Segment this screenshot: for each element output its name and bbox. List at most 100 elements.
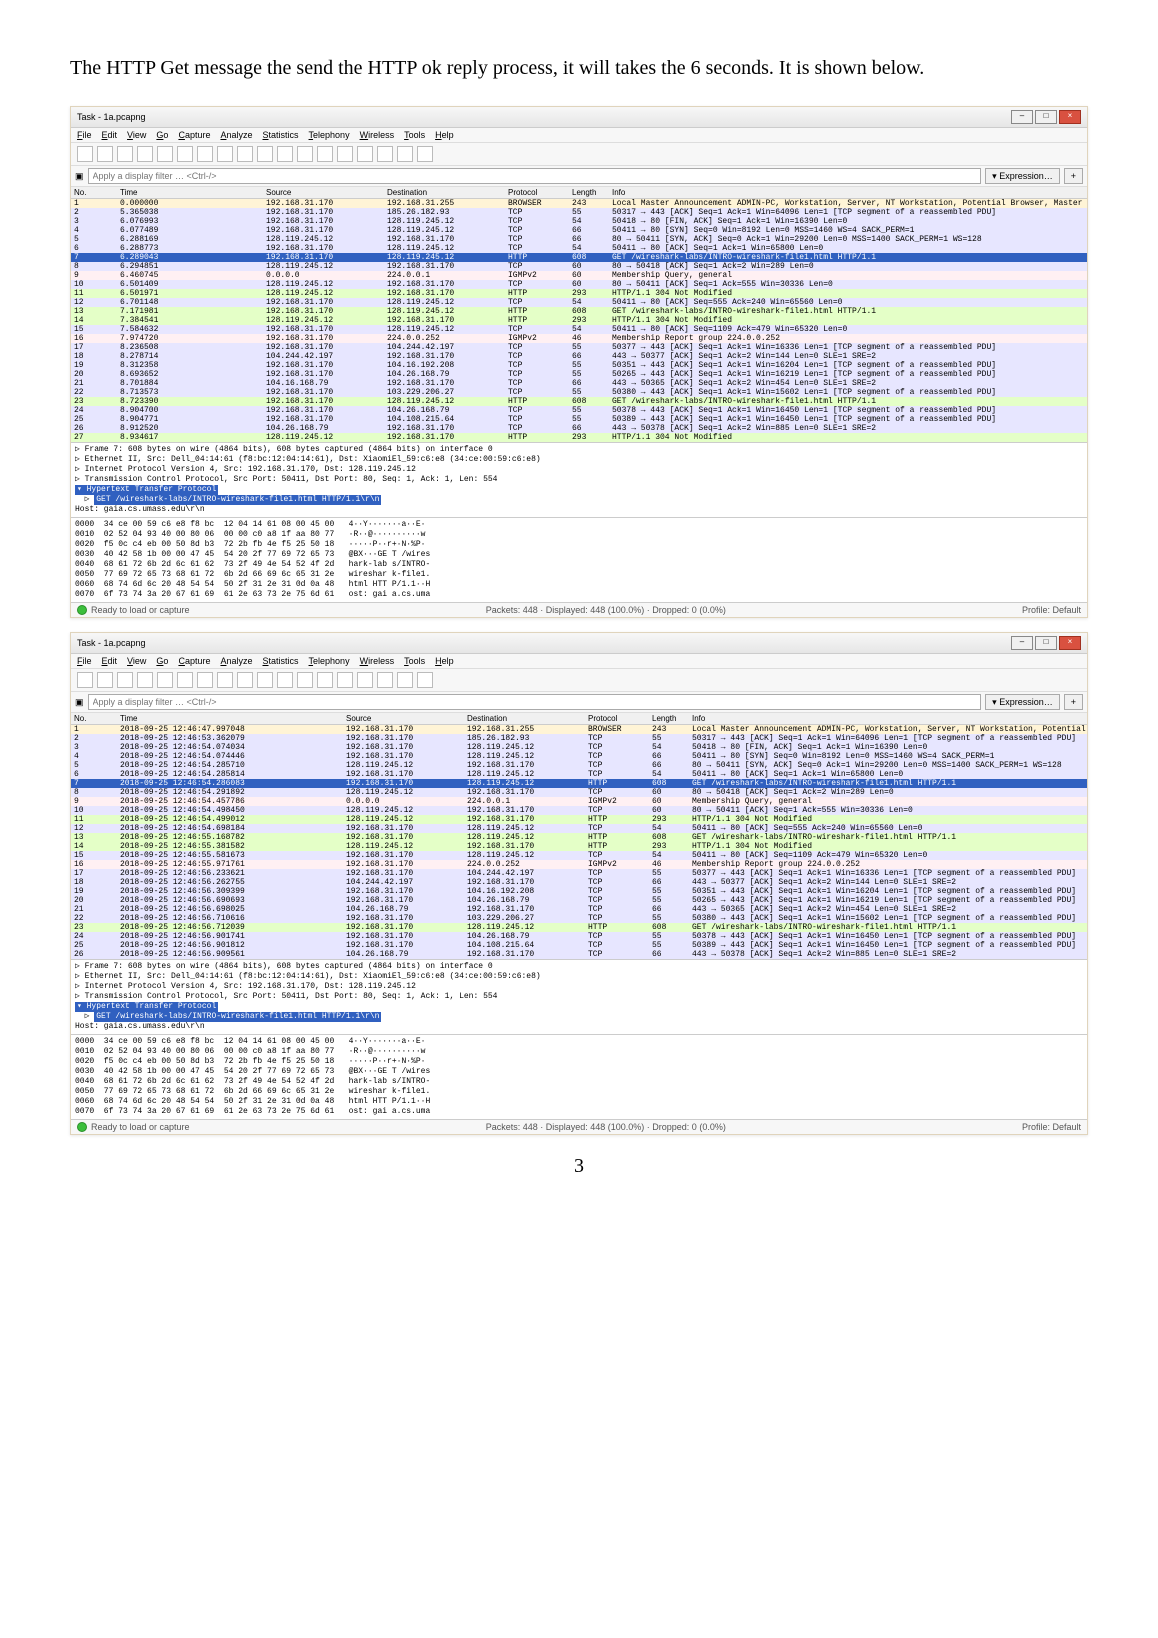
packet-row[interactable]: 248.904700192.168.31.170104.26.168.79TCP… — [71, 406, 1087, 415]
menu-item-tools[interactable]: Tools — [404, 656, 425, 666]
packet-row[interactable]: 228.713573192.168.31.170103.229.206.27TC… — [71, 388, 1087, 397]
color-icon[interactable] — [337, 146, 353, 162]
packet-row[interactable]: 208.693652192.168.31.170104.26.168.79TCP… — [71, 370, 1087, 379]
zoom-in-icon[interactable] — [357, 146, 373, 162]
fwd-icon[interactable] — [217, 672, 233, 688]
packet-row[interactable]: 188.278714104.244.42.197192.168.31.170TC… — [71, 352, 1087, 361]
packet-row[interactable]: 147.384541128.119.245.12192.168.31.170HT… — [71, 316, 1087, 325]
packet-row[interactable]: 116.501971128.119.245.12192.168.31.170HT… — [71, 289, 1087, 298]
packet-row[interactable]: 137.171981192.168.31.170128.119.245.12HT… — [71, 307, 1087, 316]
packet-row[interactable]: 238.723390192.168.31.170128.119.245.12HT… — [71, 397, 1087, 406]
menu-item-analyze[interactable]: Analyze — [220, 130, 252, 140]
packet-row[interactable]: 242018-09-25 12:46:56.901741192.168.31.1… — [71, 932, 1087, 941]
last-icon[interactable] — [297, 146, 313, 162]
folder-icon[interactable] — [97, 146, 113, 162]
packet-row[interactable]: 66.288773192.168.31.170128.119.245.12TCP… — [71, 244, 1087, 253]
filter-icon[interactable]: ▣ — [75, 171, 84, 182]
column-header[interactable]: Info — [609, 187, 1087, 199]
close-button[interactable]: × — [1059, 636, 1081, 650]
packet-row[interactable]: 92018-09-25 12:46:54.4577860.0.0.0224.0.… — [71, 797, 1087, 806]
jump-icon[interactable] — [237, 146, 253, 162]
titlebar[interactable]: Task - 1a.pcapng – □ × — [71, 633, 1087, 654]
menu-item-wireless[interactable]: Wireless — [360, 656, 395, 666]
menu-item-edit[interactable]: Edit — [102, 656, 118, 666]
hex-dump-pane[interactable]: 0000 34 ce 00 59 c6 e8 f8 bc 12 04 14 61… — [71, 1034, 1087, 1119]
expression-button[interactable]: ▾ Expression… — [985, 694, 1060, 710]
color-icon[interactable] — [337, 672, 353, 688]
packet-row[interactable]: 268.912520104.26.168.79192.168.31.170TCP… — [71, 424, 1087, 433]
hex-dump-pane[interactable]: 0000 34 ce 00 59 c6 e8 f8 bc 12 04 14 61… — [71, 517, 1087, 602]
jump-icon[interactable] — [237, 672, 253, 688]
find-icon[interactable] — [177, 146, 193, 162]
tree-item-http[interactable]: ▾ Hypertext Transfer Protocol — [75, 1002, 218, 1012]
menu-item-help[interactable]: Help — [435, 656, 454, 666]
packet-row[interactable]: 56.288169128.119.245.12192.168.31.170TCP… — [71, 235, 1087, 244]
filter-icon[interactable]: ▣ — [75, 697, 84, 708]
last-icon[interactable] — [297, 672, 313, 688]
packet-row[interactable]: 12018-09-25 12:46:47.997048192.168.31.17… — [71, 725, 1087, 735]
packet-row[interactable]: 192018-09-25 12:46:56.309399192.168.31.1… — [71, 887, 1087, 896]
close-button[interactable]: × — [1059, 110, 1081, 124]
fin-icon[interactable] — [77, 146, 93, 162]
menu-item-capture[interactable]: Capture — [178, 130, 210, 140]
menu-item-telephony[interactable]: Telephony — [309, 656, 350, 666]
menu-item-statistics[interactable]: Statistics — [263, 656, 299, 666]
packet-row[interactable]: 76.289043192.168.31.170128.119.245.12HTT… — [71, 253, 1087, 262]
column-header[interactable]: Protocol — [585, 713, 649, 725]
packet-row[interactable]: 202018-09-25 12:46:56.690693192.168.31.1… — [71, 896, 1087, 905]
menu-item-wireless[interactable]: Wireless — [360, 130, 395, 140]
display-filter-input[interactable] — [88, 168, 982, 184]
save-icon[interactable] — [117, 146, 133, 162]
packet-row[interactable]: 222018-09-25 12:46:56.710616192.168.31.1… — [71, 914, 1087, 923]
goto-icon[interactable] — [257, 672, 273, 688]
packet-row[interactable]: 232018-09-25 12:46:56.712039192.168.31.1… — [71, 923, 1087, 932]
back-icon[interactable] — [197, 672, 213, 688]
packet-row[interactable]: 82018-09-25 12:46:54.291892128.119.245.1… — [71, 788, 1087, 797]
packet-row[interactable]: 162018-09-25 12:46:55.971761192.168.31.1… — [71, 860, 1087, 869]
packet-row[interactable]: 218.701884104.16.168.79192.168.31.170TCP… — [71, 379, 1087, 388]
column-header[interactable]: Time — [117, 187, 263, 199]
zoom-reset-icon[interactable] — [397, 672, 413, 688]
tree-item[interactable]: ▷ Ethernet II, Src: Dell_04:14:61 (f8:bc… — [75, 972, 1083, 982]
column-header[interactable]: Length — [649, 713, 689, 725]
tree-item-http[interactable]: ▾ Hypertext Transfer Protocol — [75, 485, 218, 495]
fin-icon[interactable] — [77, 672, 93, 688]
packet-row[interactable]: 122018-09-25 12:46:54.698184192.168.31.1… — [71, 824, 1087, 833]
packet-row[interactable]: 142018-09-25 12:46:55.381582128.119.245.… — [71, 842, 1087, 851]
menu-item-statistics[interactable]: Statistics — [263, 130, 299, 140]
close-icon[interactable] — [137, 146, 153, 162]
packet-row[interactable]: 52018-09-25 12:46:54.285710128.119.245.1… — [71, 761, 1087, 770]
packet-details-pane[interactable]: ▷ Frame 7: 608 bytes on wire (4864 bits)… — [71, 959, 1087, 1034]
column-header[interactable]: No. — [71, 187, 117, 199]
column-header[interactable]: Source — [263, 187, 384, 199]
fwd-icon[interactable] — [217, 146, 233, 162]
maximize-button[interactable]: □ — [1035, 636, 1057, 650]
packet-row[interactable]: 112018-09-25 12:46:54.499012128.119.245.… — [71, 815, 1087, 824]
column-header[interactable]: No. — [71, 713, 117, 725]
back-icon[interactable] — [197, 146, 213, 162]
packet-row[interactable]: 182018-09-25 12:46:56.262755104.244.42.1… — [71, 878, 1087, 887]
tree-item[interactable]: ▷ Frame 7: 608 bytes on wire (4864 bits)… — [75, 962, 1083, 972]
column-header[interactable]: Info — [689, 713, 1087, 725]
display-filter-input[interactable] — [88, 694, 982, 710]
first-icon[interactable] — [277, 672, 293, 688]
resize-icon[interactable] — [417, 146, 433, 162]
tree-item[interactable]: ▷ Ethernet II, Src: Dell_04:14:61 (f8:bc… — [75, 455, 1083, 465]
column-header[interactable]: Protocol — [505, 187, 569, 199]
packet-row[interactable]: 62018-09-25 12:46:54.285814192.168.31.17… — [71, 770, 1087, 779]
menu-item-capture[interactable]: Capture — [178, 656, 210, 666]
column-header[interactable]: Time — [117, 713, 343, 725]
packet-row[interactable]: 172018-09-25 12:46:56.233621192.168.31.1… — [71, 869, 1087, 878]
packet-row[interactable]: 96.4607450.0.0.0224.0.0.1IGMPv260Members… — [71, 271, 1087, 280]
column-header[interactable]: Destination — [384, 187, 505, 199]
menu-item-help[interactable]: Help — [435, 130, 454, 140]
packet-row[interactable]: 32018-09-25 12:46:54.074034192.168.31.17… — [71, 743, 1087, 752]
packet-row[interactable]: 278.934617128.119.245.12192.168.31.170HT… — [71, 433, 1087, 442]
titlebar[interactable]: Task - 1a.pcapng – □ × — [71, 107, 1087, 128]
packet-row[interactable]: 198.312358192.168.31.170104.16.192.208TC… — [71, 361, 1087, 370]
menu-item-file[interactable]: File — [77, 130, 92, 140]
auto-icon[interactable] — [317, 672, 333, 688]
minimize-button[interactable]: – — [1011, 636, 1033, 650]
packet-row[interactable]: 167.974720192.168.31.170224.0.0.252IGMPv… — [71, 334, 1087, 343]
tree-item-get[interactable]: GET /wireshark-labs/INTRO-wireshark-file… — [94, 1012, 381, 1022]
